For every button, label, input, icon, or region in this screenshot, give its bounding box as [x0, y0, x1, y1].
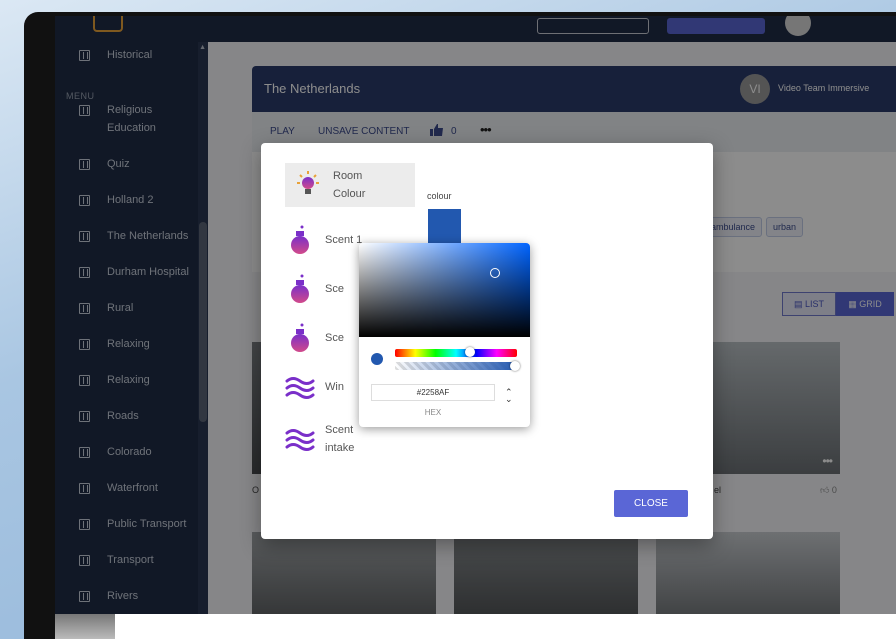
option-label: Scent intake: [325, 424, 355, 454]
option-scent-1[interactable]: Scent 1: [285, 225, 362, 255]
color-mode-label: HEX: [424, 408, 442, 417]
option-label: Room Colour: [333, 170, 366, 200]
saturation-area[interactable]: [359, 243, 530, 337]
close-button[interactable]: CLOSE: [614, 490, 688, 517]
option-label: Scent 1: [325, 234, 363, 246]
option-scent-2[interactable]: Sce: [285, 274, 344, 304]
wind-icon: [285, 429, 315, 451]
perfume-bottle-icon: [291, 274, 309, 303]
wind-icon: [285, 377, 315, 399]
alpha-slider[interactable]: [395, 362, 517, 370]
hue-slider-handle[interactable]: [465, 347, 475, 357]
option-wind[interactable]: Win: [285, 372, 344, 402]
hex-input[interactable]: [371, 384, 495, 401]
perfume-bottle-icon: [291, 323, 309, 352]
option-scent-3[interactable]: Sce: [285, 323, 344, 353]
color-picker: HEX ⌃⌄: [359, 243, 530, 427]
app-screen: ▲ MENU Historical Religious Education Qu…: [55, 16, 896, 639]
lightbulb-icon: [297, 171, 319, 194]
saturation-handle[interactable]: [490, 268, 500, 278]
perfume-bottle-icon: [291, 225, 309, 254]
hue-slider[interactable]: [395, 349, 517, 357]
bottom-strip: [55, 614, 896, 639]
bottom-thumbnail: [55, 614, 115, 639]
option-room-colour[interactable]: Room Colour: [285, 163, 415, 207]
current-color-preview: [371, 353, 383, 365]
color-mode-toggle-icon[interactable]: ⌃ ⌄: [505, 388, 513, 404]
colour-label: colour: [427, 191, 452, 201]
option-label: Win: [325, 381, 344, 393]
colour-swatch[interactable]: [428, 209, 461, 243]
option-scent-intake[interactable]: Scent intake: [285, 421, 365, 457]
option-label: Sce: [325, 283, 344, 295]
option-label: Sce: [325, 332, 344, 344]
alpha-slider-handle[interactable]: [510, 361, 520, 371]
